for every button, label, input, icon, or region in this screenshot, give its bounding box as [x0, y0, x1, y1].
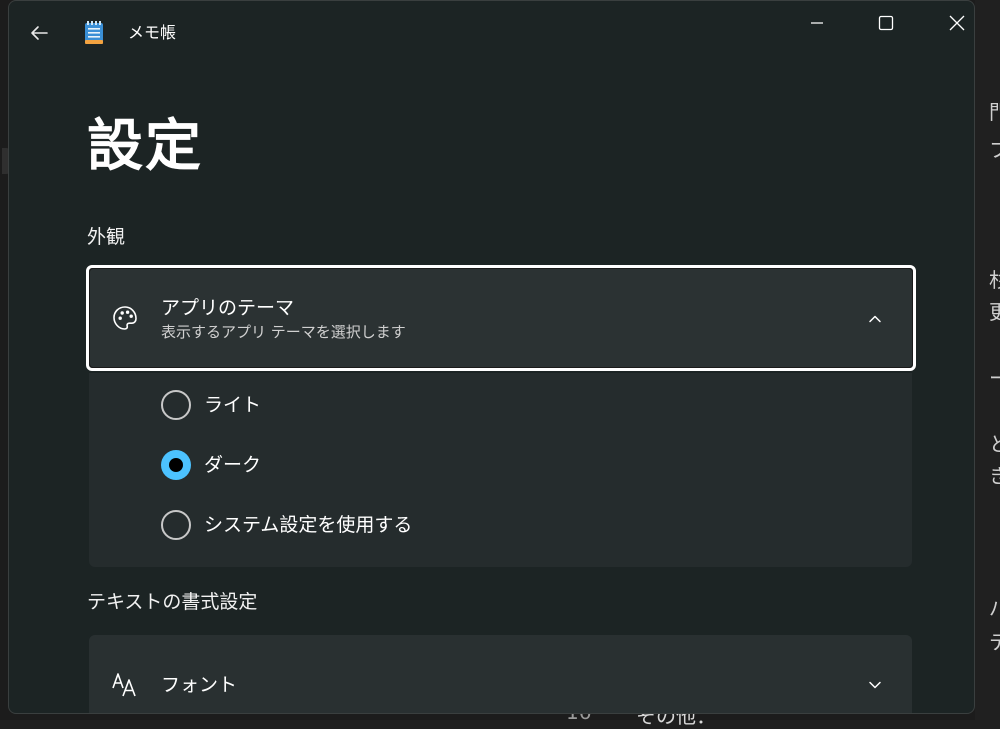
theme-option-system[interactable]: システム設定を使用する [161, 505, 412, 545]
background-text: パ [989, 596, 1000, 620]
background-text: 更 [989, 300, 1000, 324]
close-icon [949, 15, 965, 31]
font-expander[interactable]: フォント [89, 635, 912, 713]
radio-dark[interactable] [161, 450, 191, 480]
back-button[interactable] [21, 15, 57, 51]
app-title: メモ帳 [128, 23, 177, 42]
theme-option-light[interactable]: ライト [161, 385, 261, 425]
theme-option-light-label: ライト [204, 394, 262, 416]
app-theme-title: アプリのテーマ [161, 297, 295, 319]
chevron-up-icon[interactable] [867, 311, 883, 327]
section-header-text-format: テキストの書式設定 [87, 591, 258, 613]
app-theme-expander[interactable]: アプリのテーマ 表示するアプリ テーマを選択します [86, 265, 916, 371]
theme-option-dark-label: ダーク [204, 454, 262, 476]
theme-option-dark[interactable]: ダーク [161, 445, 261, 485]
arrow-left-icon [31, 26, 48, 40]
radio-system[interactable] [161, 510, 191, 540]
app-theme-subtitle: 表示するアプリ テーマを選択します [161, 323, 406, 341]
section-header-appearance: 外観 [87, 226, 126, 248]
background-text: テ [989, 630, 1000, 654]
background-text: フ [989, 138, 1000, 162]
maximize-icon [878, 15, 894, 31]
palette-icon [113, 306, 137, 330]
title-bar[interactable]: メモ帳 [9, 1, 974, 65]
chevron-down-icon[interactable] [867, 677, 883, 693]
minimize-button[interactable] [786, 1, 848, 45]
theme-option-system-label: システム設定を使用する [204, 514, 413, 536]
font-icon [112, 673, 136, 697]
notepad-icon [85, 21, 103, 44]
page-title: 設定 [87, 114, 203, 179]
background-window-fragment: 門 フ 杉 更 ー と き パ テ [975, 0, 1000, 720]
font-title: フォント [161, 674, 238, 696]
close-button[interactable] [926, 1, 974, 45]
background-text: ー [989, 366, 1000, 390]
maximize-button[interactable] [855, 1, 917, 45]
background-text: と [989, 432, 1000, 456]
background-text: き [989, 464, 1000, 488]
background-text: 門 [989, 100, 1000, 124]
settings-window: メモ帳 設定 外観 アプリのテーマ 表示するアプリ テーマを選択します ライト … [8, 0, 975, 714]
minimize-icon [811, 22, 823, 24]
radio-light[interactable] [161, 390, 191, 420]
app-theme-options: ライト ダーク システム設定を使用する [89, 373, 912, 567]
background-text: 杉 [989, 268, 1000, 292]
